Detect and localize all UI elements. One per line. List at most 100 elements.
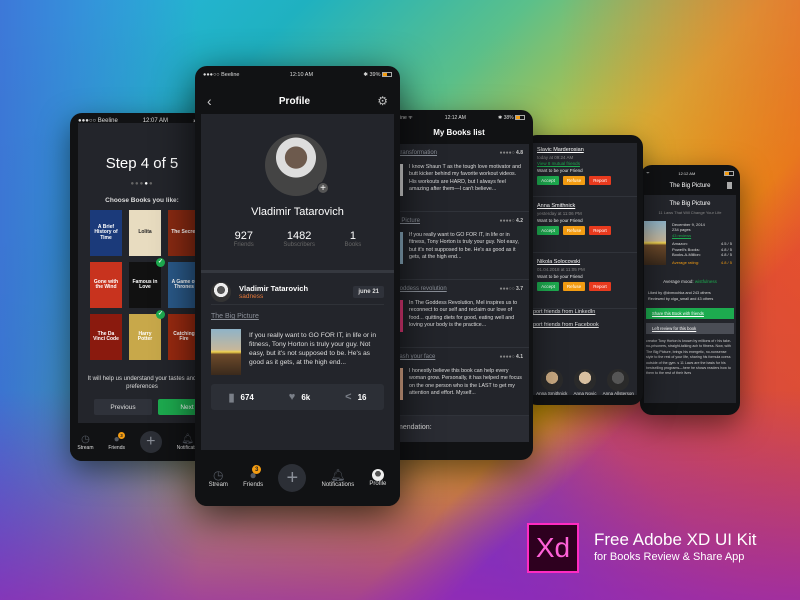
brand-subtitle: for Books Review & Share App [594,551,745,563]
post-text: If you really want to GO FOR IT, in life… [249,332,377,367]
tab-label: Notifications [321,482,355,488]
rating: ●●●●○ 4.1 [499,354,523,360]
rating: ●●●●○ 4.2 [499,218,523,224]
wifi-icon: line ᯤ [399,115,413,121]
friend-request: Slavic Marderosian today at 09:24 AM View … [533,143,637,197]
suggested-friends: Anna Smithnick Anna Novic Anna Allsterson [533,369,637,396]
page-dots: ●●●●● [130,181,154,187]
review-text: I know Shaun T as the tough love motivat… [409,164,521,192]
book-entry: wash your face ●●●●○ 4.1 I honestly believ… [395,348,529,416]
phone-profile: ●●●○○ Beeline 12:10 AM ✱ 39% ‹ Profile ⚙… [195,66,400,506]
import-linkedin-link[interactable]: port friends from LinkedIn [533,309,595,315]
book-cover [644,221,666,265]
friends-badge: 3 [252,465,262,474]
book-title-link[interactable]: Goddess revolution [395,286,447,292]
book-title-link[interactable]: The Big Picture [211,313,259,320]
liked-by: Liked by @dvmochka and 243 others Reviewe… [648,291,714,301]
book-title: A Game of Thrones [171,278,197,290]
mutual-friends-link[interactable]: View 8 mutual friends [537,161,580,166]
page-title: Profile [278,95,311,107]
book-option[interactable]: Famous in Love ✓ [129,258,165,308]
stat-subscribers[interactable]: 1482 Subscribers [283,230,315,248]
book-cover[interactable] [211,329,241,375]
status-bar: ᯤ 12:12 AM [640,165,740,181]
post-actions: ▮ 674 ♥ 6k <16 [211,384,384,410]
requester-name[interactable]: Anna Smithnick [537,203,575,209]
tab-friends[interactable]: ● 3 Friends [108,431,125,451]
accept-button[interactable]: Accept [537,282,559,291]
battery-indicator: ✱ 39% [363,72,392,78]
profile-screen: + Vladimir Tatarovich 927 Friends 1482 Subs… [201,114,394,450]
bookmark-icon[interactable] [727,182,732,189]
stat-books[interactable]: 1 Books [345,230,362,248]
import-facebook-link[interactable]: port friends from Facebook [533,322,599,328]
profile-name: Vladimir Tatarovich [251,206,344,218]
report-button[interactable]: Report [589,176,611,185]
reviews-link[interactable]: 43 reviews [672,233,732,238]
book-heading: The Big Picture [669,201,711,207]
report-button[interactable]: Report [589,226,611,235]
share-book-button[interactable]: Share this Book with friends [646,308,734,319]
check-icon: ✓ [156,310,165,319]
tab-stream[interactable]: ◷ Stream [209,468,228,488]
book-subtitle: 11 Laws That Will Change Your Life [658,210,722,215]
tab-profile[interactable]: Profile [369,469,386,487]
phone-friend-requests: port friends from LinkedIn port friends … [525,135,643,405]
requester-name[interactable]: Slavic Marderosian [537,147,584,153]
refuse-button[interactable]: Refuse [563,176,585,185]
stat-value: 1 [349,230,356,242]
avatar[interactable]: + [265,134,329,196]
stat-friends[interactable]: 927 Friends [234,230,254,248]
rating: ●●●●○ 4.8 [499,150,523,156]
review-text: I honestly believe this book can help ev… [409,368,522,396]
book-option[interactable]: Harry Potter ✓ [129,310,165,360]
rating-row: Books-A-Million: 4.8 / 5 [672,251,732,257]
plus-icon: + [286,466,299,489]
profile-stats: 927 Friends 1482 Subscribers 1 Books [201,230,394,248]
tab-stream[interactable]: ◷ Stream [77,434,93,451]
refuse-button[interactable]: Refuse [563,226,585,235]
request-message: Want to be your Friend [537,168,583,173]
post-header: Vladimir Tatarovich sadness june 21 [211,279,384,305]
share-icon: < [345,391,352,403]
book-option[interactable]: Gone with the Wind [90,262,122,308]
report-button[interactable]: Report [589,282,611,291]
refuse-button[interactable]: Refuse [563,282,585,291]
add-button[interactable]: + [278,464,307,492]
tab-bar: ◷ Stream ● 3 Friends + 🔔︎ Notificatio [70,423,206,461]
profile-avatar-icon [371,469,384,481]
book-option[interactable]: Lolita [129,210,161,256]
accept-button[interactable]: Accept [537,226,559,235]
share-button[interactable]: <16 [345,391,366,403]
friend-name: Anna Novic [573,391,597,396]
previous-button[interactable]: Previous [94,399,152,415]
friend-request: Anna Smithnick yesterday at 11:06 PM Want … [533,199,637,253]
add-button[interactable]: + [139,431,162,453]
friend-avatar [573,369,596,391]
like-button[interactable]: ♥ 6k [289,391,310,403]
book-option[interactable]: A Brief History of Time [90,210,122,256]
book-option[interactable]: The Da Vinci Code [90,314,122,360]
book-title-link[interactable]: r transformation [395,150,437,156]
suggested-friend[interactable]: Anna Smithnick [536,369,567,396]
suggested-friend[interactable]: Anna Allsterson [603,369,634,396]
review-text: If you really want to GO FOR IT, in life… [409,232,519,260]
add-photo-icon[interactable]: + [317,182,329,194]
bookmark-button[interactable]: ▮ 674 [228,391,253,404]
book-title-link[interactable]: wash your face [395,354,435,360]
leave-review-button[interactable]: Left review for this book [646,323,734,334]
clock-icon: ◷ [213,468,224,482]
post-avatar[interactable] [211,281,231,302]
friend-avatar [607,369,630,391]
post-date: june 21 [353,285,384,298]
requester-name[interactable]: Nikola Solocovski [537,259,580,265]
accept-button[interactable]: Accept [537,176,559,185]
tab-friends[interactable]: ● 3 Friends [243,465,263,488]
suggested-friend[interactable]: Anna Novic [573,369,596,396]
post-author[interactable]: Vladimir Tatarovich [239,284,353,293]
post-card: Vladimir Tatarovich sadness june 21 The B… [201,270,394,450]
tab-notifications[interactable]: 🔔︎ Notifications [322,468,355,488]
book-title: Gone with the Wind [93,278,119,290]
gear-icon[interactable]: ⚙ [377,94,388,108]
back-icon[interactable]: ‹ [207,93,212,109]
